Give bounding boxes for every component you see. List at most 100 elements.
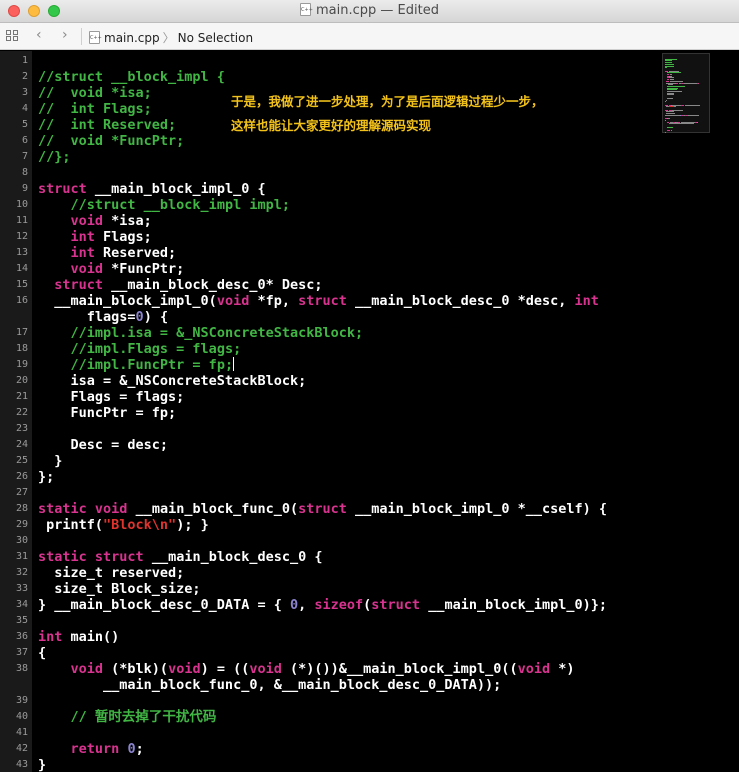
- code-token: __main_block_func_0(: [127, 501, 299, 517]
- code-token: void: [168, 661, 201, 677]
- code-line[interactable]: 14 void *FuncPtr;: [0, 261, 739, 277]
- code-line[interactable]: 16 __main_block_impl_0(void *fp, struct …: [0, 293, 739, 309]
- code-token: int: [574, 293, 599, 309]
- code-text: struct __main_block_desc_0* Desc;: [38, 277, 322, 293]
- code-line[interactable]: 13 int Reserved;: [0, 245, 739, 261]
- code-text: size_t Block_size;: [38, 581, 201, 597]
- code-text: void *isa;: [38, 213, 152, 229]
- breadcrumb-selection[interactable]: No Selection: [178, 31, 253, 45]
- line-number: 19: [15, 359, 28, 370]
- minimap-stroke: [697, 82, 699, 84]
- code-token: Flags;: [94, 229, 152, 245]
- code-token: __main_block_desc_0 *desc,: [346, 293, 575, 309]
- window-title: main.cpp — Edited: [316, 3, 439, 18]
- code-line[interactable]: 11 void *isa;: [0, 213, 739, 229]
- code-line[interactable]: 23: [0, 421, 739, 437]
- code-line[interactable]: 43}: [0, 757, 739, 772]
- code-line[interactable]: 8: [0, 165, 739, 181]
- code-text: static void __main_block_func_0(struct _…: [38, 501, 607, 517]
- code-line[interactable]: 7 //};: [0, 149, 739, 165]
- line-number: 24: [15, 439, 28, 450]
- text-cursor: [233, 357, 235, 371]
- code-token: ,: [298, 597, 315, 613]
- code-token: //impl.isa = &_NSConcreteStackBlock;: [70, 325, 364, 341]
- code-token: int: [70, 245, 95, 261]
- cpp-file-icon: [300, 3, 313, 16]
- code-minimap[interactable]: [662, 53, 710, 133]
- code-line[interactable]: __main_block_func_0, &__main_block_desc_…: [0, 677, 739, 693]
- code-token: Reserved;: [94, 245, 177, 261]
- code-line[interactable]: 33 size_t Block_size;: [0, 581, 739, 597]
- line-number: 15: [15, 279, 28, 290]
- window-titlebar: main.cpp — Edited: [0, 0, 739, 23]
- line-number: 36: [15, 631, 28, 642]
- code-text: void *FuncPtr;: [38, 261, 185, 277]
- code-line[interactable]: 39: [0, 693, 739, 709]
- code-line[interactable]: 41: [0, 725, 739, 741]
- code-line[interactable]: 26};: [0, 469, 739, 485]
- code-line[interactable]: 31 static struct __main_block_desc_0 {: [0, 549, 739, 565]
- related-items-grid-icon[interactable]: [6, 30, 19, 42]
- code-line[interactable]: 18 //impl.Flags = flags;: [0, 341, 739, 357]
- code-text: __main_block_func_0, &__main_block_desc_…: [38, 677, 501, 693]
- line-number: 42: [15, 743, 28, 754]
- line-number: 13: [15, 247, 28, 258]
- code-text: //impl.Flags = flags;: [38, 341, 242, 357]
- code-token: struct: [38, 181, 87, 197]
- code-token: void: [70, 261, 104, 277]
- code-text: size_t reserved;: [38, 565, 184, 581]
- code-line[interactable]: 32 size_t reserved;: [0, 565, 739, 581]
- code-line[interactable]: flags=0) {: [0, 309, 739, 325]
- code-token: int: [38, 629, 63, 645]
- code-token: Desc = desc;: [38, 437, 169, 453]
- code-line[interactable]: 30: [0, 533, 739, 549]
- code-line[interactable]: 21 Flags = flags;: [0, 389, 739, 405]
- code-line[interactable]: 1: [0, 53, 739, 69]
- code-text: int Reserved;: [38, 245, 177, 261]
- code-line[interactable]: 20 isa = &_NSConcreteStackBlock;: [0, 373, 739, 389]
- code-line[interactable]: 17 //impl.isa = &_NSConcreteStackBlock;: [0, 325, 739, 341]
- code-line[interactable]: 37 {: [0, 645, 739, 661]
- code-line[interactable]: 27: [0, 485, 739, 501]
- code-line[interactable]: 35: [0, 613, 739, 629]
- breadcrumb-file[interactable]: main.cpp: [104, 31, 160, 45]
- line-number: 43: [15, 759, 28, 770]
- code-line[interactable]: 22 FuncPtr = fp;: [0, 405, 739, 421]
- code-line[interactable]: 6 // void *FuncPtr;: [0, 133, 739, 149]
- code-line[interactable]: 38 void (*blk)(void) = ((void (*)())&__m…: [0, 661, 739, 677]
- code-line[interactable]: 42 return 0;: [0, 741, 739, 757]
- code-text: //impl.FuncPtr = fp;: [38, 357, 235, 373]
- code-line[interactable]: 25 }: [0, 453, 739, 469]
- forward-arrow-icon[interactable]: ›: [62, 27, 68, 43]
- code-text: };: [38, 469, 54, 485]
- code-line[interactable]: 10 //struct __block_impl impl;: [0, 197, 739, 213]
- code-token: size_t Block_size;: [38, 581, 201, 597]
- code-line[interactable]: 9 struct __main_block_impl_0 {: [0, 181, 739, 197]
- window-title-area: main.cpp — Edited: [0, 3, 739, 18]
- minimap-stroke: [666, 99, 667, 101]
- code-line[interactable]: 40 // 暂时去掉了干扰代码: [0, 709, 739, 725]
- line-number: 9: [21, 183, 28, 194]
- code-editor[interactable]: 1 2//struct __block_impl {3// void *isa; 4…: [0, 51, 739, 772]
- code-token: void: [70, 213, 104, 229]
- code-line[interactable]: 24 Desc = desc;: [0, 437, 739, 453]
- code-line[interactable]: 2 //struct __block_impl {: [0, 69, 739, 85]
- line-number: 5: [21, 119, 28, 130]
- line-number: 1: [21, 55, 28, 66]
- line-number: 12: [15, 231, 28, 242]
- code-line[interactable]: 34} __main_block_desc_0_DATA = { 0, size…: [0, 597, 739, 613]
- code-text: int Flags;: [38, 229, 152, 245]
- minimap-stroke: [665, 101, 666, 103]
- code-text: }: [38, 757, 46, 772]
- code-text: // int Flags;: [38, 101, 152, 117]
- code-line[interactable]: 12 int Flags;: [0, 229, 739, 245]
- code-line[interactable]: 29 printf("Block\n"); }: [0, 517, 739, 533]
- code-line[interactable]: 36 int main(): [0, 629, 739, 645]
- code-line[interactable]: 28 static void __main_block_func_0(struct…: [0, 501, 739, 517]
- back-arrow-icon[interactable]: ‹: [36, 27, 42, 43]
- code-line[interactable]: 19 //impl.FuncPtr = fp;: [0, 357, 739, 373]
- code-line[interactable]: 15 struct __main_block_desc_0* Desc;: [0, 277, 739, 293]
